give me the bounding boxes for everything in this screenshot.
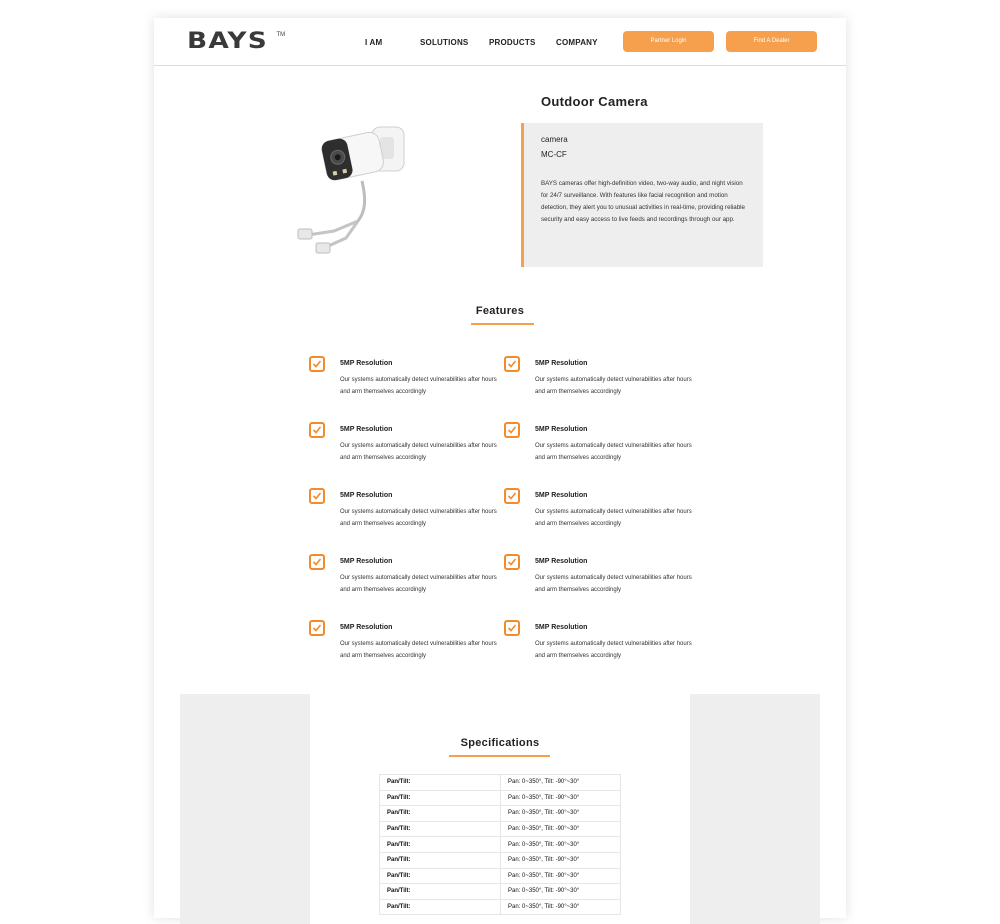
feature-title: 5MP Resolution (535, 624, 588, 631)
table-row: Pan/Tilt: Pan: 0~350°, Tilt: -90°~30° (379, 898, 621, 916)
feature-title: 5MP Resolution (535, 558, 588, 565)
feature-title: 5MP Resolution (340, 558, 393, 565)
features-underline (471, 323, 534, 325)
product-info-panel: camera MC-CF BAYS cameras offer high-def… (521, 123, 763, 267)
checkbox-icon (309, 488, 325, 504)
specifications-heading: Specifications (460, 737, 540, 749)
feature-item: 5MP Resolution Our systems automatically … (309, 356, 499, 406)
feature-description: Our systems automatically detect vulnera… (535, 443, 692, 461)
spec-value: Pan: 0~350°, Tilt: -90°~30° (500, 867, 621, 885)
specifications-underline (449, 755, 550, 757)
table-row: Pan/Tilt: Pan: 0~350°, Tilt: -90°~30° (379, 836, 621, 853)
checkbox-icon (504, 488, 520, 504)
page: BAYS TM I AM SOLUTIONS PRODUCTS COMPANY … (154, 18, 846, 924)
table-row: Pan/Tilt: Pan: 0~350°, Tilt: -90°~30° (379, 820, 621, 838)
feature-item: 5MP Resolution Our systems automatically … (309, 554, 499, 604)
feature-title: 5MP Resolution (340, 360, 393, 367)
site-header: BAYS TM I AM SOLUTIONS PRODUCTS COMPANY … (154, 18, 846, 66)
feature-title: 5MP Resolution (340, 492, 393, 499)
feature-item: 5MP Resolution Our systems automatically … (504, 620, 694, 670)
table-row: Pan/Tilt: Pan: 0~350°, Tilt: -90°~30° (379, 774, 621, 791)
checkbox-icon (504, 422, 520, 438)
spec-value: Pan: 0~350°, Tilt: -90°~30° (500, 883, 621, 900)
feature-item: 5MP Resolution Our systems automatically … (504, 488, 694, 538)
spec-value: Pan: 0~350°, Tilt: -90°~30° (500, 836, 621, 853)
spec-key: Pan/Tilt: (379, 774, 501, 791)
feature-item: 5MP Resolution Our systems automatically … (504, 554, 694, 604)
spec-value: Pan: 0~350°, Tilt: -90°~30° (500, 774, 621, 791)
spec-key: Pan/Tilt: (379, 851, 501, 869)
feature-item: 5MP Resolution Our systems automatically … (504, 356, 694, 406)
checkbox-icon (309, 356, 325, 372)
nav-solutions[interactable]: SOLUTIONS (420, 38, 468, 47)
outdoor-camera-image (297, 126, 405, 254)
checkbox-icon (309, 554, 325, 570)
feature-title: 5MP Resolution (340, 426, 393, 433)
product-title: Outdoor Camera (541, 94, 648, 109)
feature-title: 5MP Resolution (535, 360, 588, 367)
product-category: camera (541, 135, 568, 144)
feature-description: Our systems automatically detect vulnera… (340, 575, 497, 593)
table-row: Pan/Tilt: Pan: 0~350°, Tilt: -90°~30° (379, 789, 621, 807)
feature-description: Our systems automatically detect vulnera… (340, 443, 497, 461)
table-row: Pan/Tilt: Pan: 0~350°, Tilt: -90°~30° (379, 805, 621, 822)
spec-key: Pan/Tilt: (379, 867, 501, 885)
checkbox-icon (309, 422, 325, 438)
spec-key: Pan/Tilt: (379, 883, 501, 900)
feature-description: Our systems automatically detect vulnera… (535, 575, 692, 593)
nav-i-am[interactable]: I AM (365, 38, 382, 47)
features-heading: Features (475, 305, 525, 317)
logo-trademark: TM (276, 32, 286, 38)
spec-value: Pan: 0~350°, Tilt: -90°~30° (500, 898, 621, 916)
specifications-table: Pan/Tilt: Pan: 0~350°, Tilt: -90°~30° Pan/… (379, 774, 621, 916)
feature-title: 5MP Resolution (535, 492, 588, 499)
feature-title: 5MP Resolution (535, 426, 588, 433)
feature-item: 5MP Resolution Our systems automatically … (309, 422, 499, 472)
specifications-panel: Specifications Pan/Tilt: Pan: 0~350°, Til… (310, 694, 690, 924)
table-row: Pan/Tilt: Pan: 0~350°, Tilt: -90°~30° (379, 883, 621, 900)
feature-description: Our systems automatically detect vulnera… (535, 509, 692, 527)
spec-value: Pan: 0~350°, Tilt: -90°~30° (500, 820, 621, 838)
feature-description: Our systems automatically detect vulnera… (535, 641, 692, 659)
feature-item: 5MP Resolution Our systems automatically … (309, 488, 499, 538)
spec-key: Pan/Tilt: (379, 898, 501, 916)
logo-text: BAYS (187, 29, 268, 54)
checkbox-icon (504, 554, 520, 570)
table-row: Pan/Tilt: Pan: 0~350°, Tilt: -90°~30° (379, 851, 621, 869)
spec-key: Pan/Tilt: (379, 789, 501, 807)
spec-key: Pan/Tilt: (379, 836, 501, 853)
partner-login-button[interactable]: Partner Login (623, 31, 714, 52)
feature-description: Our systems automatically detect vulnera… (340, 641, 497, 659)
spec-value: Pan: 0~350°, Tilt: -90°~30° (500, 805, 621, 822)
spec-key: Pan/Tilt: (379, 805, 501, 822)
table-row: Pan/Tilt: Pan: 0~350°, Tilt: -90°~30° (379, 867, 621, 885)
find-dealer-button[interactable]: Find A Dealer (726, 31, 817, 52)
feature-description: Our systems automatically detect vulnera… (340, 509, 497, 527)
bays-logo[interactable]: BAYS TM (187, 30, 285, 54)
checkbox-icon (504, 620, 520, 636)
spec-value: Pan: 0~350°, Tilt: -90°~30° (500, 851, 621, 869)
nav-products[interactable]: PRODUCTS (489, 38, 536, 47)
feature-description: Our systems automatically detect vulnera… (340, 377, 497, 395)
specifications-section: Specifications Pan/Tilt: Pan: 0~350°, Til… (180, 694, 820, 924)
spec-key: Pan/Tilt: (379, 820, 501, 838)
checkbox-icon (504, 356, 520, 372)
feature-title: 5MP Resolution (340, 624, 393, 631)
feature-item: 5MP Resolution Our systems automatically … (504, 422, 694, 472)
checkbox-icon (309, 620, 325, 636)
spec-value: Pan: 0~350°, Tilt: -90°~30° (500, 789, 621, 807)
nav-company[interactable]: COMPANY (556, 38, 598, 47)
feature-description: Our systems automatically detect vulnera… (535, 377, 692, 395)
feature-item: 5MP Resolution Our systems automatically … (309, 620, 499, 670)
product-model: MC-CF (541, 150, 567, 159)
product-description: BAYS cameras offer high-definition video… (541, 180, 745, 223)
